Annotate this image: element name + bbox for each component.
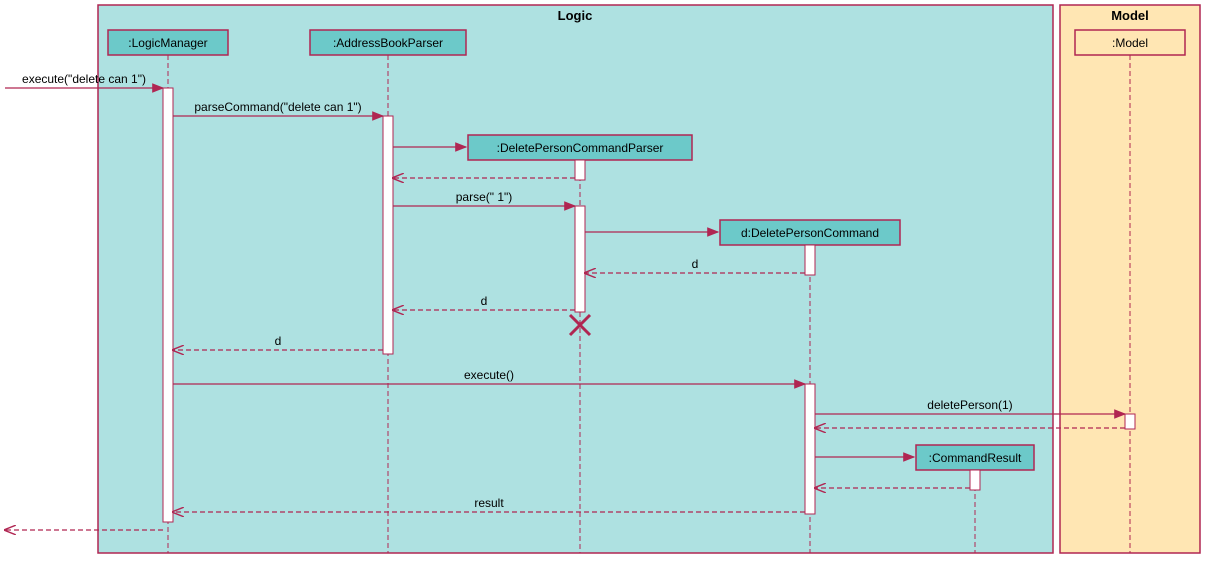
msg-parsecommand-label: parseCommand("delete can 1") (194, 100, 361, 114)
activation-dpcp-1 (575, 160, 585, 180)
msg-parse-label: parse(" 1") (456, 190, 513, 204)
sequence-diagram: Logic Model :LogicManager :AddressBookPa… (0, 0, 1209, 561)
msg-return-d2-label: d (481, 294, 488, 308)
frame-model-title: Model (1111, 8, 1149, 23)
activation-commandresult (970, 470, 980, 490)
msg-execute2-label: execute() (464, 368, 514, 382)
participant-model-label: :Model (1112, 36, 1148, 50)
activation-dpc-1 (805, 245, 815, 275)
participant-addressbookparser-label: :AddressBookParser (333, 36, 443, 50)
participant-logicmanager-label: :LogicManager (128, 36, 207, 50)
participant-dpcp-label: :DeletePersonCommandParser (497, 141, 664, 155)
activation-dpcp-2 (575, 206, 585, 312)
msg-return-d3-label: d (275, 334, 282, 348)
activation-abp (383, 116, 393, 354)
msg-execute-label: execute("delete can 1") (22, 72, 146, 86)
frame-logic-title: Logic (558, 8, 593, 23)
participant-commandresult-label: :CommandResult (929, 451, 1022, 465)
msg-return-d1-label: d (692, 257, 699, 271)
activation-dpc-2 (805, 384, 815, 514)
msg-deleteperson-label: deletePerson(1) (927, 398, 1012, 412)
participant-dpc-label: d:DeletePersonCommand (741, 226, 879, 240)
activation-model (1125, 414, 1135, 429)
msg-result-label: result (474, 496, 504, 510)
activation-logicmanager (163, 88, 173, 522)
